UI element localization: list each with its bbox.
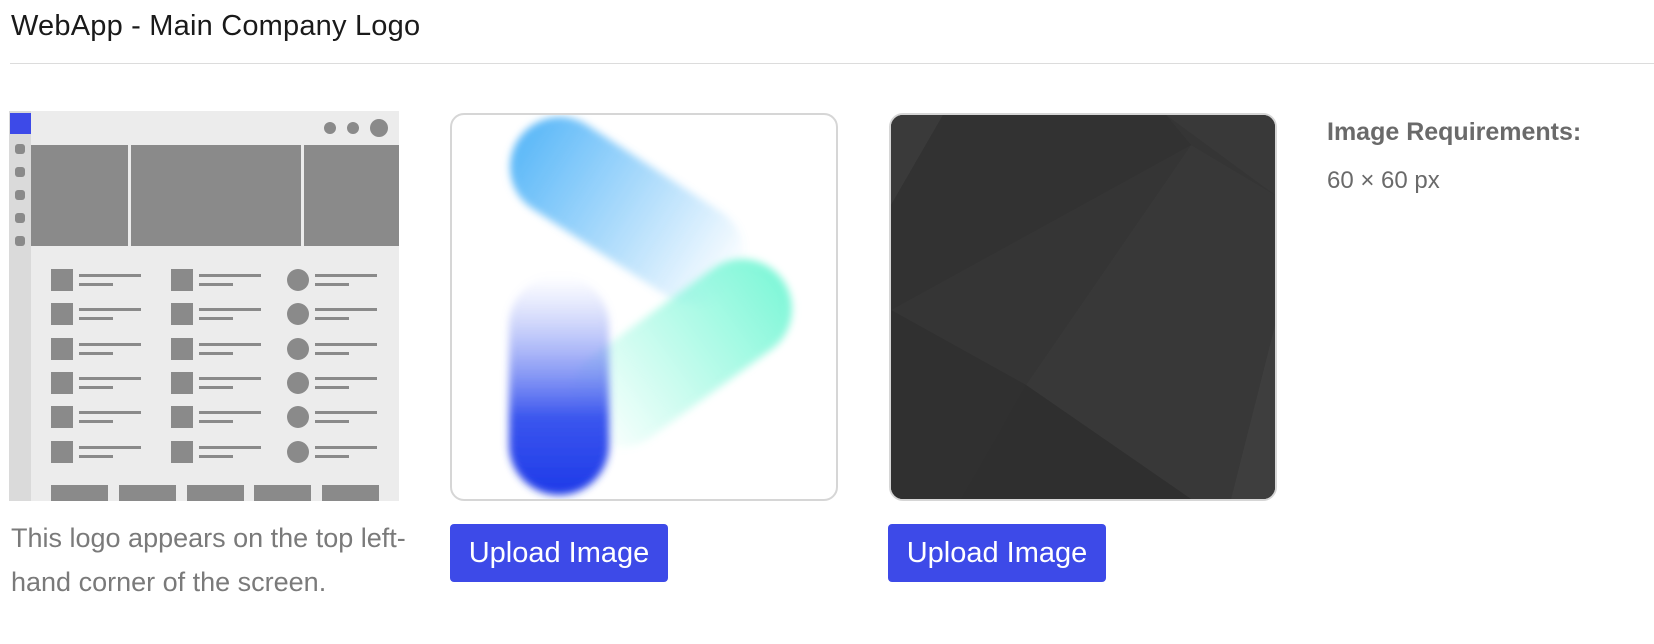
app-wireframe-illustration xyxy=(9,111,399,501)
section-divider xyxy=(10,63,1654,64)
logo-placement-marker xyxy=(10,113,31,134)
logo-placement-preview xyxy=(9,111,399,501)
brand-logo-icon xyxy=(509,117,792,495)
dark-background-image xyxy=(891,115,1275,499)
logo-image-light xyxy=(450,113,838,501)
image-requirements: Image Requirements: 60 × 60 px xyxy=(1327,114,1647,198)
requirements-title: Image Requirements: xyxy=(1327,118,1582,146)
upload-image-button-light[interactable]: Upload Image xyxy=(450,524,668,582)
logo-description: This logo appears on the top left-hand c… xyxy=(11,523,406,597)
section-title: WebApp - Main Company Logo xyxy=(11,10,421,42)
logo-image-dark xyxy=(889,113,1277,501)
upload-image-button-dark[interactable]: Upload Image xyxy=(888,524,1106,582)
requirements-dimensions: 60 × 60 px xyxy=(1327,167,1440,194)
